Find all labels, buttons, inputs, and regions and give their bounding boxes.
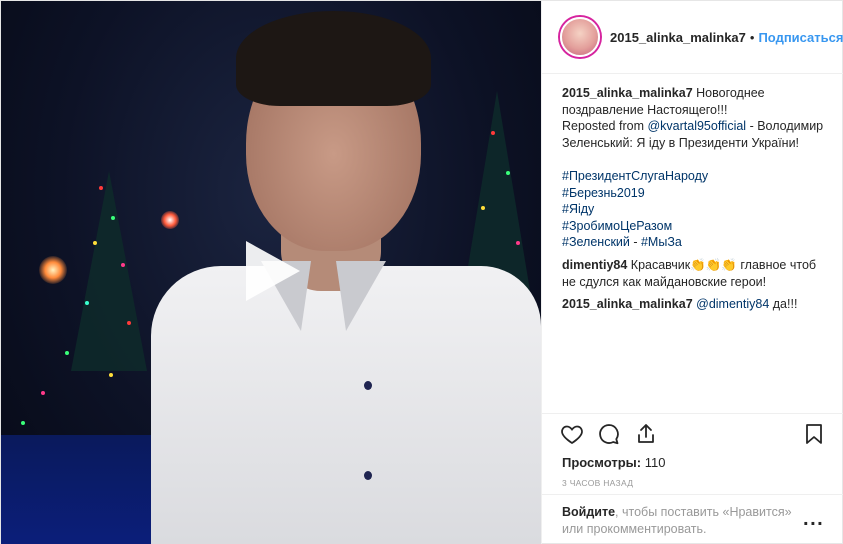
collar-right [336, 261, 386, 331]
comment-icon[interactable] [597, 422, 623, 448]
light-dot [93, 241, 97, 245]
light-dot [21, 421, 25, 425]
comment-item: dimentiy84 Красавчик👏👏👏 главное чтоб не … [562, 257, 832, 290]
light-dot [111, 216, 115, 220]
side-panel: 2015_alinka_malinka7 • Подписаться 2015_… [541, 1, 843, 544]
login-prompt: Войдите, чтобы поставить «Нравится» или … [542, 494, 843, 537]
share-icon[interactable] [634, 422, 660, 448]
instagram-post: 2015_alinka_malinka7 • Подписаться 2015_… [0, 0, 843, 544]
comment-text: да!!! [769, 297, 798, 312]
header-username[interactable]: 2015_alinka_malinka7 [610, 30, 746, 45]
comment-mention[interactable]: @dimentiy84 [696, 297, 769, 311]
shirt-button [364, 471, 372, 480]
shirt-button [364, 381, 372, 390]
login-link[interactable]: Войдите [562, 505, 615, 519]
hashtag-link[interactable]: #Березнь2019 [562, 186, 645, 200]
views-label: Просмотры: [562, 455, 642, 470]
comment-username[interactable]: 2015_alinka_malinka7 [562, 297, 693, 311]
reposted-user-link[interactable]: @kvartal95official [647, 119, 746, 133]
separator-dot: • [749, 29, 755, 45]
comment-item: 2015_alinka_malinka7 @dimentiy84 да!!! [562, 296, 832, 313]
light-dot [99, 186, 103, 190]
views-count: Просмотры: 110 [562, 455, 665, 470]
hashtag-separator: - [629, 235, 641, 250]
light-dot [65, 351, 69, 355]
hair [236, 11, 431, 106]
hashtag-link[interactable]: #Зеленский [562, 235, 630, 249]
light-dot [109, 373, 113, 377]
post-header: 2015_alinka_malinka7 • Подписаться [542, 1, 843, 74]
light-dot [41, 391, 45, 395]
heart-icon[interactable] [560, 422, 586, 448]
light-glow [39, 256, 67, 284]
play-icon[interactable] [246, 241, 300, 301]
caption-username[interactable]: 2015_alinka_malinka7 [562, 86, 693, 100]
actions-bar: Просмотры: 110 3 часов назад Войдите, чт… [542, 413, 843, 544]
comments-section: 2015_alinka_malinka7 Новогоднее поздравл… [562, 85, 832, 319]
bookmark-icon[interactable] [802, 422, 828, 448]
follow-button[interactable]: Подписаться [758, 30, 843, 45]
person [121, 11, 541, 544]
action-icons [560, 422, 830, 448]
caption: 2015_alinka_malinka7 Новогоднее поздравл… [562, 85, 832, 251]
timestamp[interactable]: 3 часов назад [562, 478, 633, 488]
hashtag-link[interactable]: #ПрезидентСлугаНароду [562, 169, 708, 183]
views-value: 110 [644, 455, 666, 470]
more-options-icon[interactable]: ... [803, 510, 824, 529]
hashtag-link[interactable]: #Яіду [562, 202, 594, 216]
hashtag-link[interactable]: #МыЗа [641, 235, 682, 249]
hashtag-link[interactable]: #ЗробимоЦеРазом [562, 219, 672, 233]
avatar[interactable] [560, 17, 600, 57]
light-dot [85, 301, 89, 305]
reposted-prefix: Reposted from [562, 119, 644, 134]
comment-username[interactable]: dimentiy84 [562, 258, 627, 272]
video-player[interactable] [1, 1, 541, 544]
